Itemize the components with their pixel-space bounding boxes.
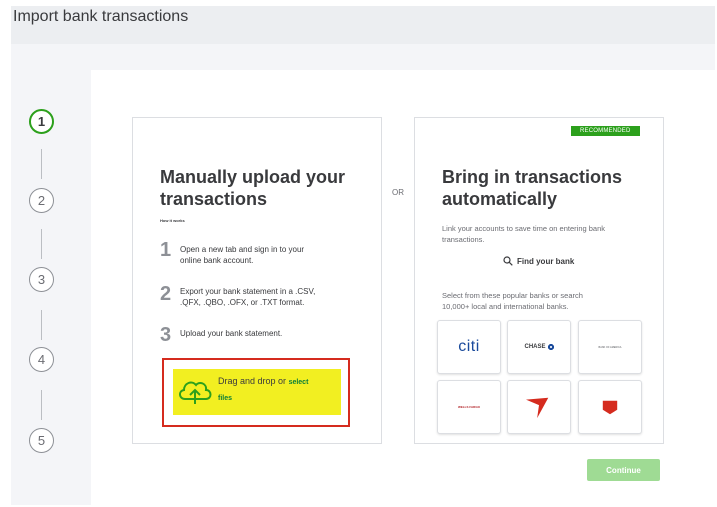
citi-logo: citi — [458, 338, 480, 355]
step-1: 1 — [29, 109, 54, 134]
step-4: 4 — [29, 347, 54, 372]
step-connector — [41, 229, 42, 259]
chase-octagon-icon — [547, 344, 554, 350]
step-2: 2 — [29, 188, 54, 213]
step1-line2: online bank account. — [180, 256, 254, 265]
search-icon — [503, 256, 513, 266]
files-link[interactable]: files — [218, 395, 232, 402]
drag-drop-text: Drag and drop or select — [218, 373, 308, 391]
continue-button[interactable]: Continue — [587, 459, 660, 481]
cloud-upload-icon — [179, 381, 212, 404]
link-desc-line2: transactions. — [442, 235, 485, 244]
page-title: Import bank transactions — [13, 8, 189, 25]
manual-title-line2: transactions — [160, 189, 268, 209]
manual-title-line1: Manually upload your — [160, 167, 346, 187]
step3-number: 3 — [160, 324, 172, 346]
bank-tile-us-bank[interactable] — [578, 380, 642, 434]
bank-connect-card: RECOMMENDED Bring in transactions automa… — [414, 117, 664, 444]
wells-fargo-logo: WELLS FARGO — [458, 405, 480, 409]
select-files-link[interactable]: select — [289, 379, 309, 386]
step3-text: Upload your bank statement. — [180, 329, 283, 338]
step1-number: 1 — [160, 239, 172, 261]
find-your-bank-label: Find your bank — [517, 256, 575, 266]
select-desc-line2: 10,000+ local and international banks. — [442, 302, 569, 311]
step1-text: Open a new tab and sign in to your onlin… — [180, 244, 304, 266]
bank-tile-citi[interactable]: citi — [437, 320, 501, 374]
bank-tile-chase[interactable]: CHASE — [507, 320, 571, 374]
step-connector — [41, 310, 42, 340]
chase-logo: CHASE — [524, 344, 546, 350]
select-banks-description: Select from these popular banks or searc… — [442, 290, 583, 312]
step2-number: 2 — [160, 283, 172, 305]
bank-tile-bank-of-america[interactable]: BANK OF AMERICA — [578, 320, 642, 374]
step1-line1: Open a new tab and sign in to your — [180, 245, 305, 254]
recommended-badge: RECOMMENDED — [571, 126, 640, 136]
step-3: 3 — [29, 267, 54, 292]
how-it-works-label: How it works — [160, 218, 185, 223]
file-drop-zone[interactable]: Drag and drop or select files — [173, 369, 341, 415]
link-desc-line1: Link your accounts to save time on enter… — [442, 224, 606, 233]
bank-of-america-logo: BANK OF AMERICA — [598, 345, 622, 349]
step2-line1: Export your bank statement in a .CSV, — [180, 287, 316, 296]
step2-text: Export your bank statement in a .CSV, .Q… — [180, 286, 315, 308]
bank-tile-wells-fargo[interactable]: WELLS FARGO — [437, 380, 501, 434]
select-desc-line1: Select from these popular banks or searc… — [442, 291, 583, 300]
drag-drop-label: Drag and drop or — [218, 376, 287, 386]
shield-icon — [602, 400, 618, 415]
auto-title-line1: Bring in transactions — [442, 167, 623, 187]
step-connector — [41, 149, 42, 179]
page-header: Import bank transactions — [11, 6, 715, 44]
step2-line2: .QFX, .QBO, .OFX, or .TXT format. — [180, 298, 305, 307]
capital-one-swoosh-icon — [526, 397, 549, 419]
upload-highlight-outline: Drag and drop or select files — [162, 358, 350, 427]
bank-tile-capital-one[interactable] — [507, 380, 571, 434]
auto-title-line2: automatically — [442, 189, 558, 209]
or-divider: OR — [392, 188, 404, 197]
link-accounts-description: Link your accounts to save time on enter… — [442, 223, 605, 245]
auto-title: Bring in transactions automatically — [442, 166, 622, 210]
step-connector — [41, 390, 42, 420]
manual-title: Manually upload your transactions — [160, 166, 345, 210]
manual-upload-card: Manually upload your transactions How it… — [132, 117, 382, 444]
find-your-bank-link[interactable]: Find your bank — [503, 256, 574, 266]
step-5: 5 — [29, 428, 54, 453]
